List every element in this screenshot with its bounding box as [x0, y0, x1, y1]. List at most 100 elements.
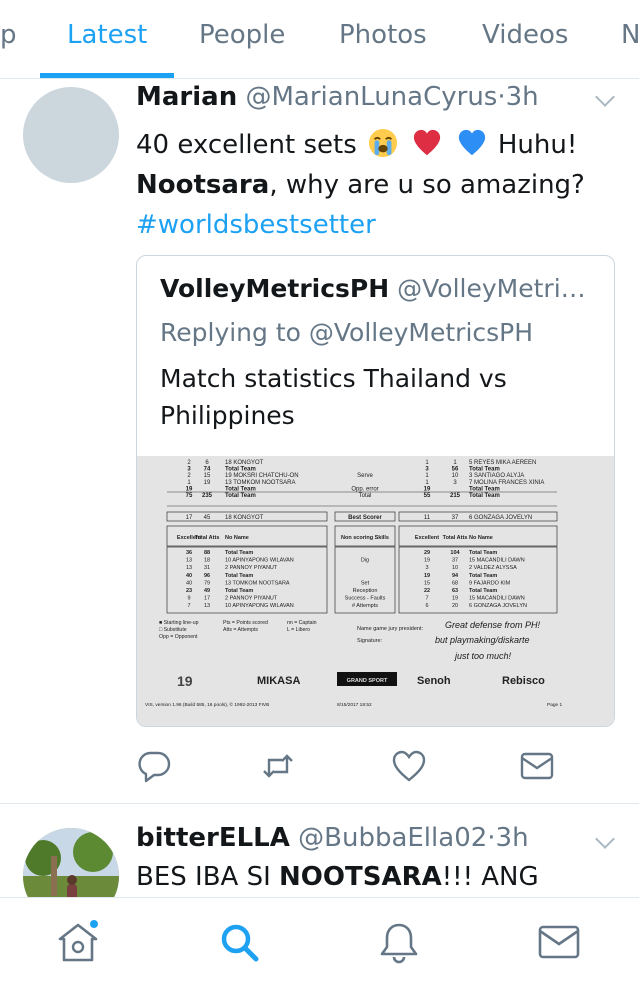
sheet-text: 56 [452, 467, 459, 473]
sheet-text: Total Team [225, 573, 253, 579]
sheet-text: Reception [353, 588, 378, 594]
like-icon[interactable] [391, 748, 427, 784]
sheet-footer: Page 1 [547, 702, 563, 708]
sheet-text: 19 [424, 486, 431, 492]
sheet-text: 15 MACANDILI DAWN [469, 558, 525, 564]
author-name[interactable]: bitterELLA [136, 823, 290, 853]
sheet-text: Total Team [469, 588, 497, 594]
separator: · [497, 82, 506, 112]
sheet-text: Total Team [469, 486, 500, 492]
tweet-text-part1: 40 excellent sets [136, 130, 357, 160]
sheet-text: 13 [186, 558, 192, 564]
sheet-text: 19 MOKSRI CHATCHU-ON [225, 473, 299, 479]
chevron-down-icon[interactable] [595, 829, 615, 849]
sheet-text: 7 [187, 603, 190, 609]
sheet-text: 96 [204, 573, 210, 579]
sheet-text: 7 [425, 596, 428, 602]
author-name[interactable]: Marian [136, 82, 237, 112]
notifications-icon[interactable] [377, 920, 421, 964]
author-handle[interactable]: @BubbaElla02 [298, 823, 487, 853]
quoted-tweet[interactable]: VolleyMetricsPH @VolleyMetri… Replying t… [136, 255, 615, 727]
handwritten-note: just too much! [454, 651, 512, 661]
bottom-tab-bar [0, 897, 639, 981]
tab-photos[interactable]: Photos [339, 0, 427, 79]
sheet-text: Total Team [225, 550, 253, 556]
sheet-text: 40 [186, 580, 192, 586]
tab-people[interactable]: People [199, 0, 285, 79]
hashtag-link[interactable]: #worldsbestsetter [136, 210, 376, 240]
sheet-text: 104 [450, 550, 460, 556]
sheet-text: 37 [452, 558, 458, 564]
legend-text: nn = Captain [287, 620, 317, 626]
sheet-text: Total Team [225, 493, 256, 499]
avatar[interactable] [23, 87, 119, 183]
sheet-text: 63 [452, 588, 458, 594]
sheet-text: 17 [186, 515, 193, 521]
sheet-text: 31 [204, 565, 210, 571]
message-icon[interactable] [519, 748, 555, 784]
sheet-text: 10 APINYAPONG WILAVAN [225, 603, 294, 609]
sheet-text: 74 [204, 467, 211, 473]
legend-text: Atts = Attempts [223, 627, 258, 633]
sheet-text: 13 TOMKOM NOOTSARA [225, 480, 295, 486]
sheet-text: 13 [186, 565, 192, 571]
sheet-text: 55 [424, 493, 431, 499]
tab-news[interactable]: N [621, 0, 639, 79]
sheet-text: Total Atts [195, 535, 220, 541]
chevron-down-icon[interactable] [595, 87, 615, 107]
tweet-divider [0, 803, 639, 804]
sheet-text: 19 [186, 486, 193, 492]
tab-latest[interactable]: Latest [67, 0, 147, 79]
author-handle[interactable]: @MarianLunaCyrus [245, 82, 497, 112]
sheet-text: 17 [204, 596, 210, 602]
tweet-text-part2: !!! ANG [441, 862, 539, 892]
legend-text: Opp = Opponent [159, 634, 198, 640]
sheet-text: 19 [424, 573, 430, 579]
sheet-text: Excellent [415, 535, 439, 541]
reply-icon[interactable] [136, 748, 172, 784]
sheet-text: Serve [357, 473, 373, 479]
sheet-text: 15 [424, 580, 430, 586]
sheet-text: 19 [204, 480, 211, 486]
sheet-text: Total Team [225, 588, 253, 594]
sheet-text: 45 [204, 515, 211, 521]
sheet-text: 7 MOLINA FRANCES XINIA [469, 480, 544, 486]
sheet-text: Total Team [225, 486, 256, 492]
sheet-text: 79 [204, 580, 210, 586]
sheet-text: 10 [452, 473, 459, 479]
sheet-text: 18 KONGYOT [225, 460, 264, 466]
sheet-text: 15 [204, 473, 211, 479]
search-tabs: p Latest People Photos Videos N [0, 0, 639, 79]
retweet-icon[interactable] [260, 748, 296, 784]
stat-sheet-svg: 2 6 18 KONGYOT 1 1 5 REYES MIKA AEREEN3 74 Tota… [137, 456, 614, 726]
sheet-text: 6 [425, 603, 428, 609]
sheet-text: 68 [452, 580, 458, 586]
sponsor-logo: Senoh [417, 675, 451, 687]
sheet-text: 29 [424, 550, 430, 556]
legend-text: ■ Starting line-up [159, 620, 199, 626]
messages-icon[interactable] [537, 920, 581, 964]
notification-badge [88, 918, 100, 930]
tweet-text-part3: , why are u so amazing? [269, 170, 585, 200]
stat-sheet-image[interactable]: 2 6 18 KONGYOT 1 1 5 REYES MIKA AEREEN 3 74 Tota… [137, 456, 614, 726]
timestamp[interactable]: 3h [506, 82, 539, 112]
sheet-text: 2 PANNOY PIYANUT [225, 596, 278, 602]
quoted-tweet-text: Match statistics Thailand vs Philippines [160, 364, 507, 430]
sheet-text: 215 [450, 493, 461, 499]
sheet-text: No Name [225, 535, 249, 541]
timestamp[interactable]: 3h [496, 823, 529, 853]
search-icon[interactable] [217, 920, 261, 964]
sheet-text: 37 [452, 515, 459, 521]
tab-top[interactable]: p [0, 0, 17, 79]
sheet-text: 88 [204, 550, 210, 556]
tab-videos[interactable]: Videos [482, 0, 568, 79]
jury-label: Name game jury president: [357, 626, 424, 632]
sheet-text: 11 [424, 515, 431, 521]
sheet-text: Non scoring Skills [341, 535, 389, 541]
sheet-text: 3 SANTIAGO ALYJA [469, 473, 524, 479]
sheet-text: 19 [452, 596, 458, 602]
sheet-text: 94 [452, 573, 459, 579]
sheet-text: Total Team [469, 467, 500, 473]
sheet-text: 18 [204, 558, 210, 564]
sheet-footer: 8/15/2017 18:52 [337, 702, 372, 708]
